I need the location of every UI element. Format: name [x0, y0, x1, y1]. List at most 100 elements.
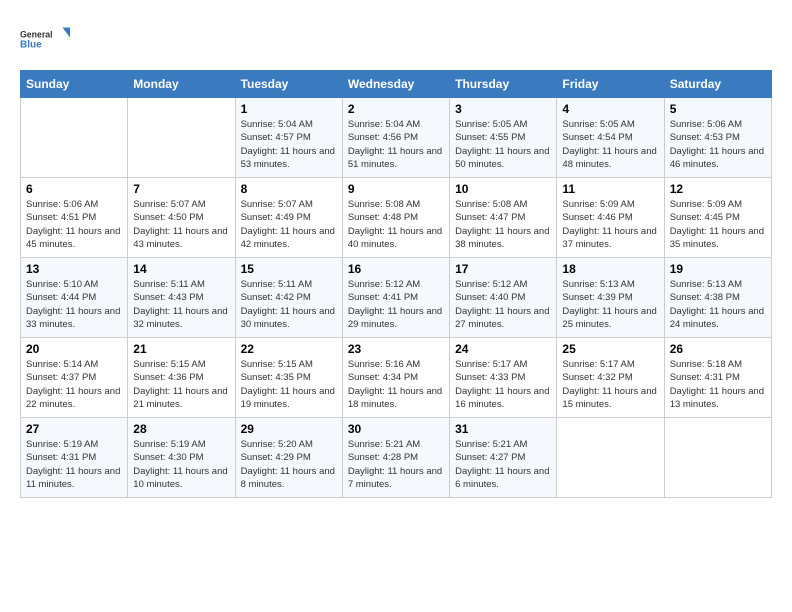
- day-number: 5: [670, 102, 766, 116]
- calendar-cell: [664, 418, 771, 498]
- day-info: Sunrise: 5:05 AM Sunset: 4:54 PM Dayligh…: [562, 118, 658, 171]
- day-number: 3: [455, 102, 551, 116]
- calendar-cell: 19 Sunrise: 5:13 AM Sunset: 4:38 PM Dayli…: [664, 258, 771, 338]
- day-number: 31: [455, 422, 551, 436]
- day-info: Sunrise: 5:17 AM Sunset: 4:32 PM Dayligh…: [562, 358, 658, 411]
- day-info: Sunrise: 5:06 AM Sunset: 4:53 PM Dayligh…: [670, 118, 766, 171]
- calendar-cell: 23 Sunrise: 5:16 AM Sunset: 4:34 PM Dayli…: [342, 338, 449, 418]
- day-info: Sunrise: 5:11 AM Sunset: 4:42 PM Dayligh…: [241, 278, 337, 331]
- calendar-cell: 31 Sunrise: 5:21 AM Sunset: 4:27 PM Dayli…: [450, 418, 557, 498]
- calendar-cell: [557, 418, 664, 498]
- day-number: 8: [241, 182, 337, 196]
- day-number: 12: [670, 182, 766, 196]
- day-info: Sunrise: 5:13 AM Sunset: 4:39 PM Dayligh…: [562, 278, 658, 331]
- calendar-cell: [21, 98, 128, 178]
- day-number: 16: [348, 262, 444, 276]
- day-info: Sunrise: 5:07 AM Sunset: 4:50 PM Dayligh…: [133, 198, 229, 251]
- day-number: 21: [133, 342, 229, 356]
- day-info: Sunrise: 5:14 AM Sunset: 4:37 PM Dayligh…: [26, 358, 122, 411]
- svg-text:General: General: [20, 30, 53, 40]
- calendar-cell: 20 Sunrise: 5:14 AM Sunset: 4:37 PM Dayli…: [21, 338, 128, 418]
- day-info: Sunrise: 5:19 AM Sunset: 4:30 PM Dayligh…: [133, 438, 229, 491]
- header-cell-saturday: Saturday: [664, 71, 771, 98]
- day-info: Sunrise: 5:21 AM Sunset: 4:27 PM Dayligh…: [455, 438, 551, 491]
- day-number: 13: [26, 262, 122, 276]
- day-info: Sunrise: 5:19 AM Sunset: 4:31 PM Dayligh…: [26, 438, 122, 491]
- calendar-cell: 13Sunrise: 5:10 AM Sunset: 4:44 PM Dayli…: [21, 258, 128, 338]
- day-number: 22: [241, 342, 337, 356]
- calendar-cell: 15 Sunrise: 5:11 AM Sunset: 4:42 PM Dayli…: [235, 258, 342, 338]
- day-number: 29: [241, 422, 337, 436]
- calendar-table: SundayMondayTuesdayWednesdayThursdayFrid…: [20, 70, 772, 498]
- day-number: 4: [562, 102, 658, 116]
- calendar-cell: 27 Sunrise: 5:19 AM Sunset: 4:31 PM Dayli…: [21, 418, 128, 498]
- calendar-cell: 6 Sunrise: 5:06 AM Sunset: 4:51 PM Daylig…: [21, 178, 128, 258]
- day-number: 14: [133, 262, 229, 276]
- calendar-cell: 7 Sunrise: 5:07 AM Sunset: 4:50 PM Daylig…: [128, 178, 235, 258]
- calendar-cell: 21 Sunrise: 5:15 AM Sunset: 4:36 PM Dayli…: [128, 338, 235, 418]
- day-info: Sunrise: 5:12 AM Sunset: 4:41 PM Dayligh…: [348, 278, 444, 331]
- header-cell-wednesday: Wednesday: [342, 71, 449, 98]
- week-row-1: 1 Sunrise: 5:04 AM Sunset: 4:57 PM Daylig…: [21, 98, 772, 178]
- day-info: Sunrise: 5:04 AM Sunset: 4:57 PM Dayligh…: [241, 118, 337, 171]
- day-number: 11: [562, 182, 658, 196]
- calendar-cell: 14 Sunrise: 5:11 AM Sunset: 4:43 PM Dayli…: [128, 258, 235, 338]
- day-info: Sunrise: 5:08 AM Sunset: 4:48 PM Dayligh…: [348, 198, 444, 251]
- calendar-cell: 2Sunrise: 5:04 AM Sunset: 4:56 PM Daylig…: [342, 98, 449, 178]
- svg-text:Blue: Blue: [20, 40, 42, 51]
- day-number: 20: [26, 342, 122, 356]
- calendar-cell: 16 Sunrise: 5:12 AM Sunset: 4:41 PM Dayli…: [342, 258, 449, 338]
- day-info: Sunrise: 5:15 AM Sunset: 4:35 PM Dayligh…: [241, 358, 337, 411]
- calendar-cell: 10Sunrise: 5:08 AM Sunset: 4:47 PM Dayli…: [450, 178, 557, 258]
- day-number: 25: [562, 342, 658, 356]
- day-info: Sunrise: 5:11 AM Sunset: 4:43 PM Dayligh…: [133, 278, 229, 331]
- day-number: 1: [241, 102, 337, 116]
- calendar-body: 1 Sunrise: 5:04 AM Sunset: 4:57 PM Daylig…: [21, 98, 772, 498]
- header-cell-thursday: Thursday: [450, 71, 557, 98]
- day-number: 2: [348, 102, 444, 116]
- logo: General Blue: [20, 20, 70, 60]
- day-info: Sunrise: 5:16 AM Sunset: 4:34 PM Dayligh…: [348, 358, 444, 411]
- day-info: Sunrise: 5:21 AM Sunset: 4:28 PM Dayligh…: [348, 438, 444, 491]
- calendar-cell: 25 Sunrise: 5:17 AM Sunset: 4:32 PM Dayli…: [557, 338, 664, 418]
- calendar-cell: 18Sunrise: 5:13 AM Sunset: 4:39 PM Dayli…: [557, 258, 664, 338]
- day-number: 27: [26, 422, 122, 436]
- day-number: 23: [348, 342, 444, 356]
- day-number: 15: [241, 262, 337, 276]
- day-number: 6: [26, 182, 122, 196]
- calendar-cell: 26 Sunrise: 5:18 AM Sunset: 4:31 PM Dayli…: [664, 338, 771, 418]
- header-row: SundayMondayTuesdayWednesdayThursdayFrid…: [21, 71, 772, 98]
- calendar-cell: 24 Sunrise: 5:17 AM Sunset: 4:33 PM Dayli…: [450, 338, 557, 418]
- header-cell-friday: Friday: [557, 71, 664, 98]
- day-number: 7: [133, 182, 229, 196]
- header-cell-sunday: Sunday: [21, 71, 128, 98]
- day-number: 17: [455, 262, 551, 276]
- calendar-cell: 5 Sunrise: 5:06 AM Sunset: 4:53 PM Daylig…: [664, 98, 771, 178]
- calendar-cell: 17 Sunrise: 5:12 AM Sunset: 4:40 PM Dayli…: [450, 258, 557, 338]
- day-info: Sunrise: 5:07 AM Sunset: 4:49 PM Dayligh…: [241, 198, 337, 251]
- day-number: 9: [348, 182, 444, 196]
- calendar-cell: 3 Sunrise: 5:05 AM Sunset: 4:55 PM Daylig…: [450, 98, 557, 178]
- day-number: 30: [348, 422, 444, 436]
- header-cell-monday: Monday: [128, 71, 235, 98]
- day-info: Sunrise: 5:05 AM Sunset: 4:55 PM Dayligh…: [455, 118, 551, 171]
- day-number: 26: [670, 342, 766, 356]
- day-info: Sunrise: 5:18 AM Sunset: 4:31 PM Dayligh…: [670, 358, 766, 411]
- header-cell-tuesday: Tuesday: [235, 71, 342, 98]
- day-info: Sunrise: 5:09 AM Sunset: 4:46 PM Dayligh…: [562, 198, 658, 251]
- day-info: Sunrise: 5:09 AM Sunset: 4:45 PM Dayligh…: [670, 198, 766, 251]
- day-number: 28: [133, 422, 229, 436]
- day-info: Sunrise: 5:13 AM Sunset: 4:38 PM Dayligh…: [670, 278, 766, 331]
- day-number: 24: [455, 342, 551, 356]
- day-number: 19: [670, 262, 766, 276]
- calendar-cell: 28 Sunrise: 5:19 AM Sunset: 4:30 PM Dayli…: [128, 418, 235, 498]
- day-info: Sunrise: 5:15 AM Sunset: 4:36 PM Dayligh…: [133, 358, 229, 411]
- week-row-3: 13Sunrise: 5:10 AM Sunset: 4:44 PM Dayli…: [21, 258, 772, 338]
- day-info: Sunrise: 5:12 AM Sunset: 4:40 PM Dayligh…: [455, 278, 551, 331]
- calendar-cell: 30 Sunrise: 5:21 AM Sunset: 4:28 PM Dayli…: [342, 418, 449, 498]
- calendar-cell: 11 Sunrise: 5:09 AM Sunset: 4:46 PM Dayli…: [557, 178, 664, 258]
- day-info: Sunrise: 5:17 AM Sunset: 4:33 PM Dayligh…: [455, 358, 551, 411]
- day-info: Sunrise: 5:06 AM Sunset: 4:51 PM Dayligh…: [26, 198, 122, 251]
- calendar-cell: 1 Sunrise: 5:04 AM Sunset: 4:57 PM Daylig…: [235, 98, 342, 178]
- page-header: General Blue: [20, 20, 772, 60]
